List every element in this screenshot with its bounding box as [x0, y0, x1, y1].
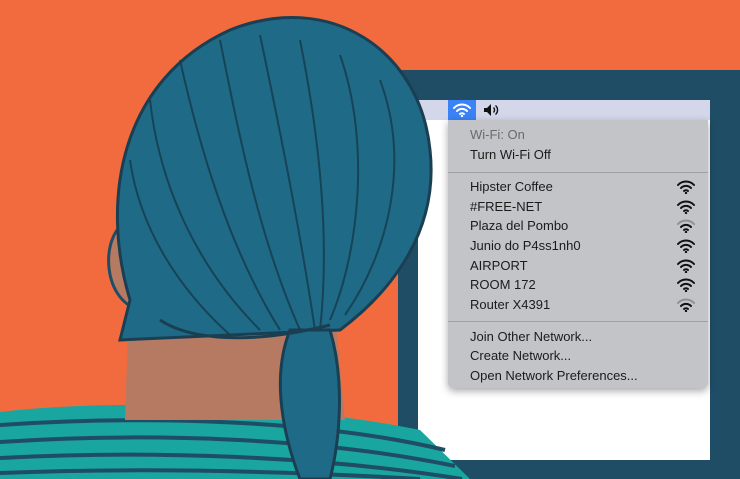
wifi-signal-icon — [677, 298, 697, 312]
volume-icon — [484, 104, 499, 116]
network-item[interactable]: Hipster Coffee — [470, 179, 553, 194]
wifi-signal-icon — [677, 219, 697, 233]
wifi-signal-icon — [677, 239, 697, 253]
wifi-status: Wi-Fi: On — [470, 127, 525, 142]
wifi-signal-icon — [677, 278, 697, 292]
network-item[interactable]: ROOM 172 — [470, 277, 536, 292]
wifi-signal-icon — [677, 200, 697, 214]
network-item[interactable]: Junio do P4ss1nh0 — [470, 238, 581, 253]
network-item[interactable]: Router X4391 — [470, 297, 550, 312]
wifi-dropdown-menu: Wi-Fi: On Turn Wi-Fi Off Hipster Coffee … — [448, 120, 708, 388]
wifi-signal-icon — [677, 259, 697, 273]
wifi-icon — [453, 103, 471, 117]
create-network-item[interactable]: Create Network... — [470, 348, 571, 363]
network-item[interactable]: #FREE-NET — [470, 199, 542, 214]
join-other-network-item[interactable]: Join Other Network... — [470, 329, 592, 344]
menubar-wifi-button[interactable] — [448, 100, 476, 120]
network-item[interactable]: Plaza del Pombo — [470, 218, 568, 233]
network-item[interactable]: AIRPORT — [470, 258, 528, 273]
menu-separator — [448, 172, 708, 173]
menu-separator — [448, 321, 708, 322]
turn-wifi-off-item[interactable]: Turn Wi-Fi Off — [470, 147, 551, 162]
menubar-volume-button[interactable] — [480, 100, 504, 120]
open-network-preferences-item[interactable]: Open Network Preferences... — [470, 368, 638, 383]
wifi-signal-icon — [677, 180, 697, 194]
